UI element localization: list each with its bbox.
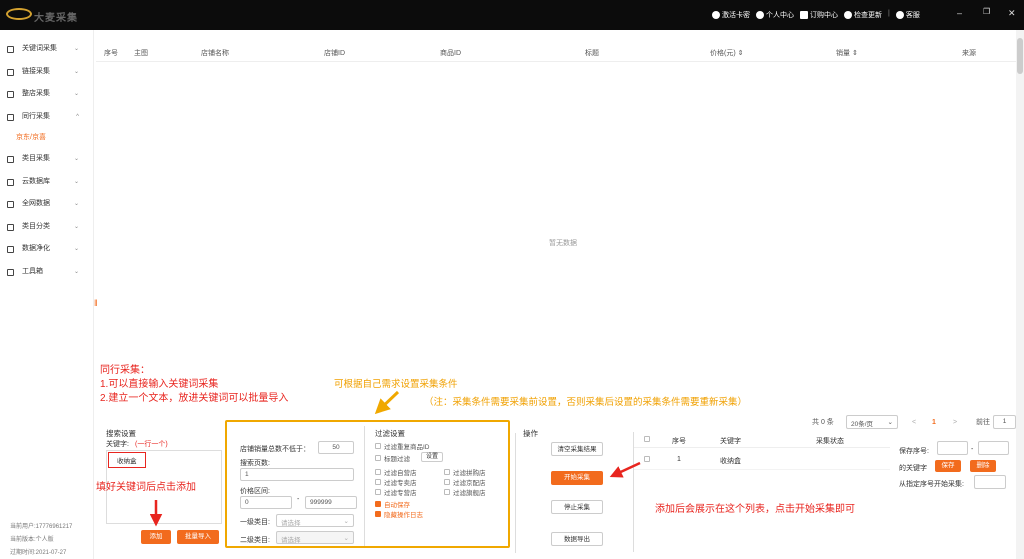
arrow-to-start (609, 461, 641, 478)
annotation-arrows (149, 390, 641, 527)
arrow-to-conditions (374, 390, 400, 415)
